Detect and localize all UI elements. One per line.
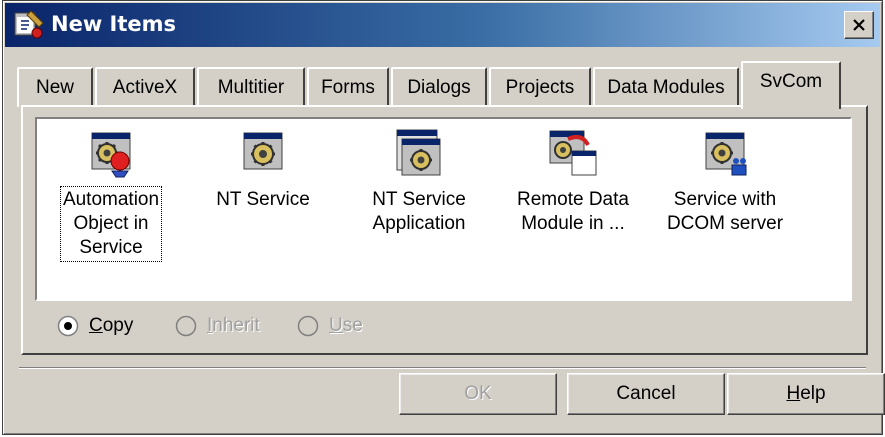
list-item-service-with-dcom[interactable]: Service with DCOM server <box>655 129 795 237</box>
tab-label: SvCom <box>759 71 823 92</box>
title-bar[interactable]: New Items <box>5 3 880 47</box>
use-label: se <box>342 315 363 336</box>
tab-label: Dialogs <box>407 77 471 98</box>
item-label: Remote Data Module in ... <box>517 189 629 234</box>
items-list-view: Automation Object in Service NT Service <box>35 117 852 301</box>
cancel-button[interactable]: Cancel <box>567 373 725 415</box>
item-label: Service with DCOM server <box>666 189 784 234</box>
item-label: NT Service <box>216 189 310 210</box>
tab-strip: New ActiveX Multitier Forms Dialogs Proj… <box>3 61 884 109</box>
list-item-nt-service-application[interactable]: NT Service Application <box>349 129 489 237</box>
tab-label: Forms <box>321 77 375 98</box>
tab-activex[interactable]: ActiveX <box>95 67 195 107</box>
tab-new[interactable]: New <box>17 67 93 107</box>
tab-label: ActiveX <box>112 77 178 98</box>
ok-button[interactable]: OK <box>399 373 557 415</box>
item-label: Automation Object in Service <box>59 186 163 262</box>
separator <box>19 367 866 369</box>
use-radio[interactable]: Use <box>297 313 363 339</box>
tab-projects[interactable]: Projects <box>489 67 591 107</box>
tab-label: New <box>35 77 74 98</box>
remote-data-module-icon <box>549 130 597 176</box>
radio-checked-icon <box>57 315 79 337</box>
copy-radio[interactable]: Copy <box>57 313 133 339</box>
tab-multitier[interactable]: Multitier <box>197 67 305 107</box>
help-label: elp <box>800 383 826 404</box>
tab-label: Multitier <box>217 77 285 98</box>
item-label: NT Service Application <box>372 189 466 234</box>
use-mnemonic: U <box>329 315 343 336</box>
nt-service-icon <box>243 132 283 170</box>
inherit-radio[interactable]: Inherit <box>175 313 260 339</box>
inherit-label: nherit <box>212 315 260 336</box>
copy-mnemonic: C <box>89 315 103 336</box>
list-item-automation-object[interactable]: Automation Object in Service <box>41 129 181 262</box>
close-button[interactable] <box>844 11 874 39</box>
close-icon <box>853 19 865 31</box>
window-title: New Items <box>51 12 177 36</box>
tab-label: Data Modules <box>607 77 725 98</box>
tab-label: Projects <box>505 77 575 98</box>
tab-dialogs[interactable]: Dialogs <box>391 67 487 107</box>
delphi-app-icon <box>14 10 44 39</box>
radio-unchecked-icon <box>297 315 319 337</box>
help-mnemonic: H <box>786 383 801 404</box>
cancel-label: Cancel <box>616 383 676 404</box>
copy-label: opy <box>102 315 134 336</box>
radio-unchecked-icon <box>175 315 197 337</box>
dcom-server-icon <box>705 132 747 176</box>
tab-svcom[interactable]: SvCom <box>741 61 841 109</box>
automation-object-icon <box>91 132 131 178</box>
list-item-remote-data-module[interactable]: Remote Data Module in ... <box>503 129 643 237</box>
tab-data-modules[interactable]: Data Modules <box>593 67 739 107</box>
new-items-dialog: New Items New ActiveX Multitier Forms Di… <box>2 0 885 435</box>
svcom-tab-page: Automation Object in Service NT Service <box>21 105 868 355</box>
tab-forms[interactable]: Forms <box>307 67 389 107</box>
nt-service-application-icon <box>396 129 441 176</box>
list-item-nt-service[interactable]: NT Service <box>193 129 333 213</box>
ok-label: OK <box>464 383 492 404</box>
help-button[interactable]: Help <box>727 373 885 415</box>
